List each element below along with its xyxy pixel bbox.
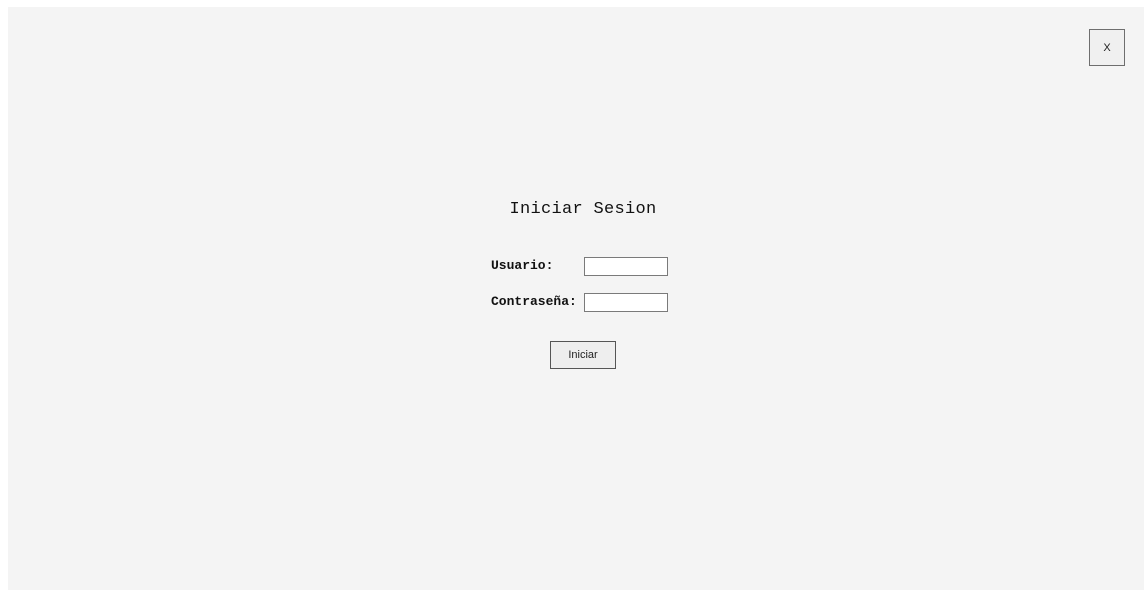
login-button-label: Iniciar [568, 349, 598, 361]
login-button[interactable]: Iniciar [550, 341, 616, 369]
username-label: Usuario: [491, 258, 554, 273]
login-window: X Iniciar Sesion Usuario: Contraseña: In… [8, 7, 1144, 590]
username-field[interactable] [584, 257, 668, 276]
close-icon: X [1103, 41, 1111, 54]
password-field[interactable] [584, 293, 668, 312]
page-title: Iniciar Sesion [509, 200, 657, 219]
close-button[interactable]: X [1089, 29, 1125, 66]
password-label: Contraseña: [491, 294, 577, 309]
